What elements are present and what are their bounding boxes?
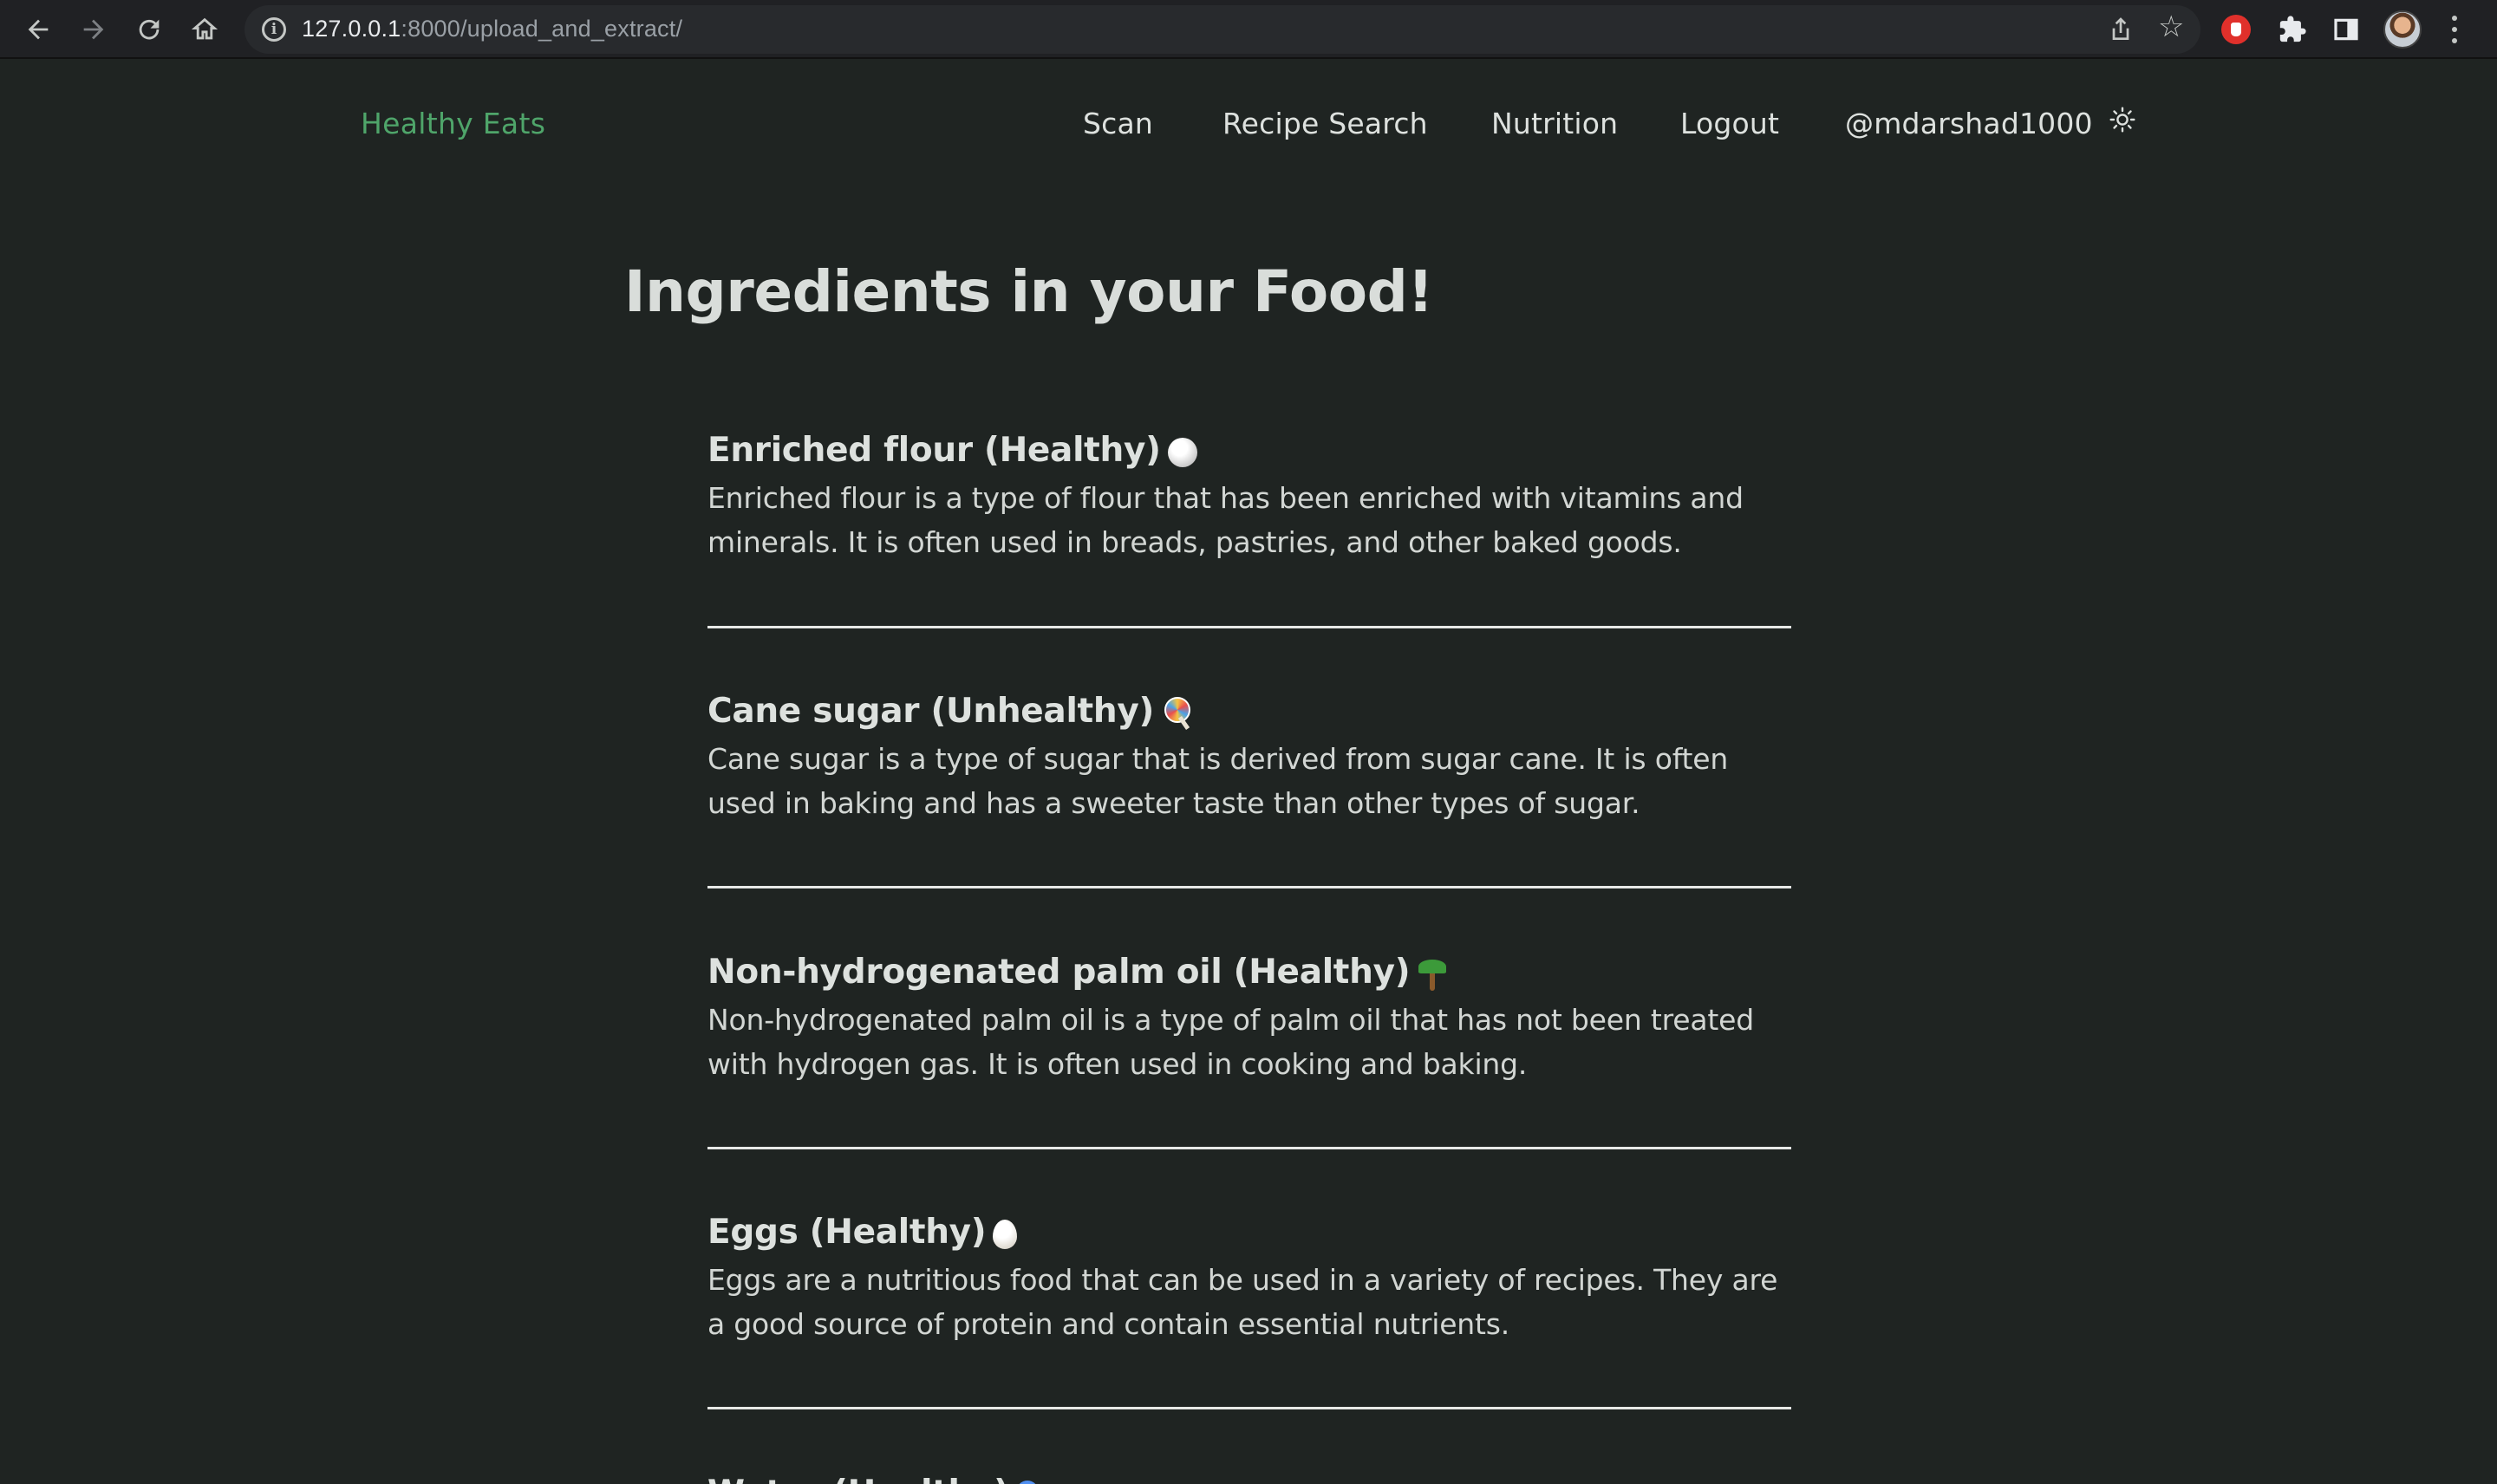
site-info-icon[interactable]: i bbox=[262, 17, 286, 42]
ingredient-description: Cane sugar is a type of sugar that is de… bbox=[707, 742, 1729, 820]
page-title: Ingredients in your Food! bbox=[624, 258, 1433, 325]
nav-link-recipe-search[interactable]: Recipe Search bbox=[1222, 107, 1428, 140]
ingredient-item-cane-sugar: Cane sugar (Unhealthy) Cane sugar is a t… bbox=[707, 687, 1791, 888]
ingredient-description: Non-hydrogenated palm oil is a type of p… bbox=[707, 1003, 1754, 1081]
ingredient-heading: Enriched flour (Healthy) bbox=[707, 426, 1791, 476]
ingredient-name: Cane sugar (Unhealthy) bbox=[707, 692, 1154, 731]
ingredient-heading: Water (Healthy) bbox=[707, 1468, 1791, 1484]
egg-icon bbox=[993, 1219, 1018, 1249]
reload-icon[interactable] bbox=[128, 9, 170, 50]
ingredient-name: Eggs (Healthy) bbox=[707, 1213, 987, 1252]
nav-username[interactable]: @mdarshad1000 bbox=[1845, 107, 2093, 140]
site-navbar: Healthy Eats Scan Recipe Search Nutritio… bbox=[0, 59, 2497, 189]
share-icon[interactable] bbox=[2107, 16, 2135, 43]
lollipop-icon bbox=[1161, 696, 1192, 730]
nav-link-nutrition[interactable]: Nutrition bbox=[1491, 107, 1618, 140]
url-text[interactable]: 127.0.0.1:8000/upload_and_extract/ bbox=[302, 16, 682, 42]
ingredient-heading: Cane sugar (Unhealthy) bbox=[707, 687, 1791, 737]
extension-stop-icon[interactable] bbox=[2221, 15, 2251, 44]
ingredient-heading: Non-hydrogenated palm oil (Healthy) bbox=[707, 947, 1791, 998]
ingredient-name: Enriched flour (Healthy) bbox=[707, 431, 1161, 470]
profile-avatar[interactable] bbox=[2383, 10, 2422, 49]
ingredient-item-water: Water (Healthy) bbox=[707, 1468, 1791, 1484]
browser-menu-icon[interactable] bbox=[2450, 16, 2459, 43]
bookmark-star-icon[interactable]: ☆ bbox=[2158, 12, 2184, 42]
ingredient-item-enriched-flour: Enriched flour (Healthy) Enriched flour … bbox=[707, 426, 1791, 628]
ingredient-heading: Eggs (Healthy) bbox=[707, 1207, 1791, 1258]
divider bbox=[707, 886, 1791, 888]
home-icon[interactable] bbox=[184, 9, 225, 50]
url-host: 127.0.0.1 bbox=[302, 16, 401, 42]
brand-logo-link[interactable]: Healthy Eats bbox=[361, 107, 545, 140]
ingredient-item-eggs: Eggs (Healthy) Eggs are a nutritious foo… bbox=[707, 1207, 1791, 1409]
water-drop-icon bbox=[1015, 1480, 1039, 1484]
ingredient-item-palm-oil: Non-hydrogenated palm oil (Healthy) Non-… bbox=[707, 947, 1791, 1149]
url-path: :8000/upload_and_extract/ bbox=[401, 16, 683, 42]
nav-link-scan[interactable]: Scan bbox=[1083, 107, 1153, 140]
side-panel-icon[interactable] bbox=[2329, 12, 2363, 47]
forward-arrow-icon[interactable] bbox=[73, 9, 114, 50]
ingredient-name: Non-hydrogenated palm oil (Healthy) bbox=[707, 953, 1411, 992]
browser-toolbar: i 127.0.0.1:8000/upload_and_extract/ ☆ bbox=[0, 0, 2497, 59]
ingredient-name: Water (Healthy) bbox=[707, 1474, 1009, 1484]
divider bbox=[707, 626, 1791, 628]
back-arrow-icon[interactable] bbox=[17, 9, 59, 50]
divider bbox=[707, 1407, 1791, 1409]
palm-tree-icon bbox=[1417, 958, 1448, 991]
divider bbox=[707, 1147, 1791, 1149]
theme-toggle-sun-icon[interactable] bbox=[2109, 106, 2136, 133]
nav-link-logout[interactable]: Logout bbox=[1680, 107, 1779, 140]
flour-icon bbox=[1167, 437, 1197, 467]
address-bar[interactable]: i 127.0.0.1:8000/upload_and_extract/ ☆ bbox=[244, 5, 2200, 54]
ingredient-description: Enriched flour is a type of flour that h… bbox=[707, 481, 1744, 559]
extensions-puzzle-icon[interactable] bbox=[2275, 12, 2310, 47]
ingredient-description: Eggs are a nutritious food that can be u… bbox=[707, 1263, 1778, 1341]
